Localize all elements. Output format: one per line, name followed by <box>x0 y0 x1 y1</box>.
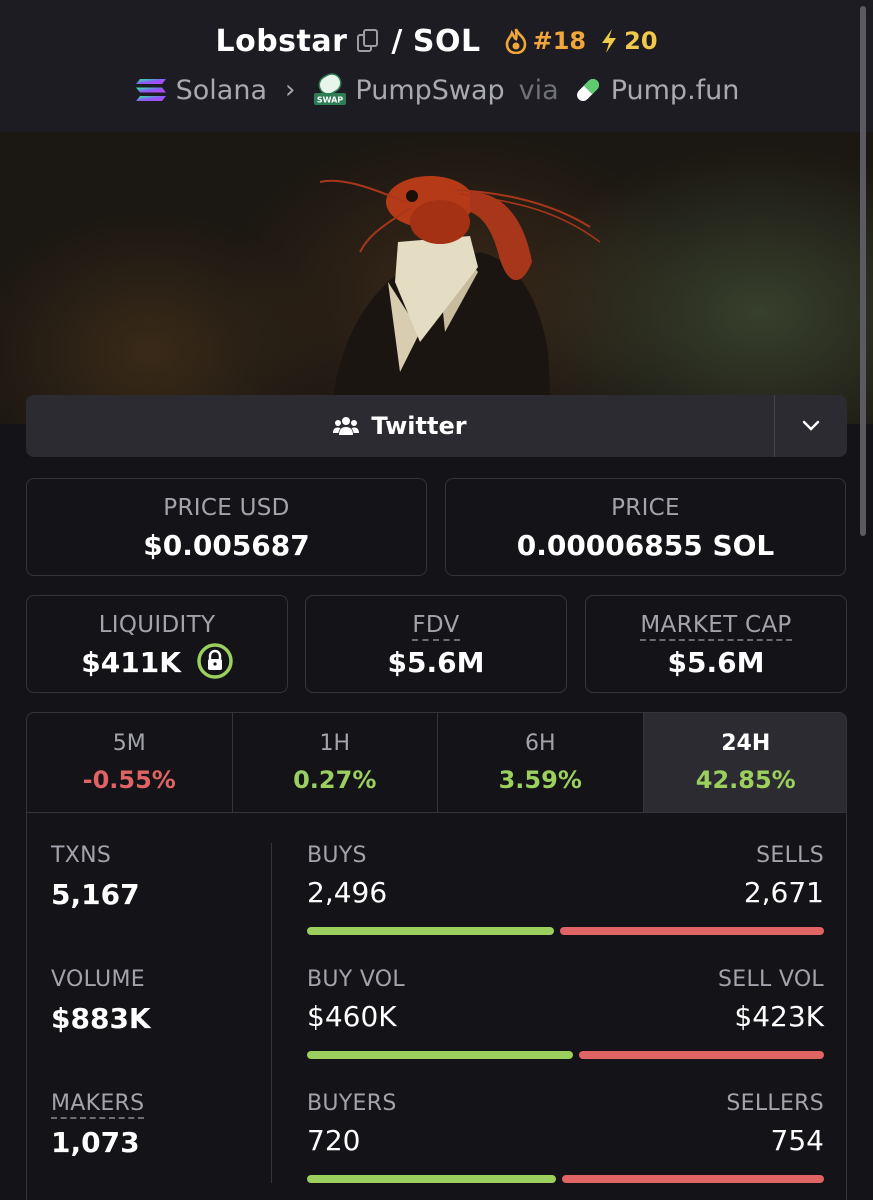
tab-change: 3.59% <box>498 766 582 794</box>
buyers-sellers-ratio: BUYERS SELLERS 720 754 <box>307 1091 824 1200</box>
trending-rank[interactable]: #18 20 <box>505 27 658 55</box>
pair-header: Lobstar / SOL #18 20 Solana › SWAP PumpS… <box>0 0 873 132</box>
tab-change: -0.55% <box>82 766 176 794</box>
fire-icon <box>505 28 526 54</box>
buys-sells-bar <box>307 927 824 935</box>
twitter-label: Twitter <box>371 412 467 440</box>
column-divider <box>271 843 272 1183</box>
title-row: Lobstar / SOL #18 20 <box>0 20 873 62</box>
tab-change: 42.85% <box>695 766 796 794</box>
liquidity-label: LIQUIDITY <box>98 612 216 638</box>
pumpfun-pill-icon <box>576 79 599 101</box>
social-links-bar: Twitter <box>26 395 847 457</box>
market-cap-value: $5.6M <box>667 646 765 679</box>
chain-link[interactable]: Solana <box>176 75 267 106</box>
buyers-label: BUYERS <box>307 1091 397 1116</box>
buy-sell-volume-ratio: BUY VOL SELL VOL $460K $423K <box>307 967 824 1077</box>
scrollbar[interactable] <box>860 6 866 536</box>
sells-label: SELLS <box>756 843 824 868</box>
price-native-box: PRICE 0.00006855 SOL <box>445 478 846 576</box>
sell-vol-label: SELL VOL <box>717 967 824 992</box>
rank-value: #18 <box>532 27 587 55</box>
tab-label: 24H <box>721 731 771 756</box>
timeframe-tabs: 5M -0.55% 1H 0.27% 6H 3.59% 24H 42.85% <box>27 713 846 813</box>
boost-count: 20 <box>624 27 658 55</box>
sellers-label: SELLERS <box>726 1091 824 1116</box>
sellers-value: 754 <box>770 1124 824 1157</box>
sell-bar-fill <box>562 1175 824 1183</box>
twitter-button[interactable]: Twitter <box>26 395 774 457</box>
lock-icon[interactable] <box>196 643 233 679</box>
price-usd-label: PRICE USD <box>163 495 290 521</box>
tab-6h[interactable]: 6H 3.59% <box>438 713 644 812</box>
chevron-right-icon: › <box>285 75 296 105</box>
price-native-value: 0.00006855 SOL <box>516 529 775 562</box>
quote-token: SOL <box>412 23 481 59</box>
svg-text:SWAP: SWAP <box>317 96 343 105</box>
stats-panel: 5M -0.55% 1H 0.27% 6H 3.59% 24H 42.85% T… <box>26 712 847 1200</box>
dex-link[interactable]: PumpSwap <box>355 75 504 106</box>
price-native-label: PRICE <box>611 495 680 521</box>
users-icon <box>333 417 360 435</box>
tab-1h[interactable]: 1H 0.27% <box>233 713 438 812</box>
launchpad-link[interactable]: Pump.fun <box>611 75 740 106</box>
breadcrumb: Solana › SWAP PumpSwap via Pump.fun <box>0 70 873 110</box>
txns-label: TXNS <box>51 843 112 868</box>
tab-label: 1H <box>319 731 351 756</box>
totals-column: TXNS 5,167 VOLUME $883K MAKERS 1,073 <box>51 843 271 1159</box>
token-name: Lobstar <box>215 23 348 59</box>
chevron-down-icon <box>802 420 820 431</box>
more-links-button[interactable] <box>774 395 847 457</box>
via-label: via <box>518 74 559 106</box>
liquidity-box: LIQUIDITY $411K <box>26 595 288 693</box>
tab-24h[interactable]: 24H 42.85% <box>643 713 846 812</box>
buy-sell-volume-bar <box>307 1051 824 1059</box>
tab-label: 6H <box>524 731 556 756</box>
buys-label: BUYS <box>307 843 367 868</box>
buyers-value: 720 <box>307 1124 361 1157</box>
sells-value: 2,671 <box>743 876 824 909</box>
tab-change: 0.27% <box>293 766 377 794</box>
makers-value: 1,073 <box>51 1126 140 1159</box>
buys-value: 2,496 <box>307 876 388 909</box>
solana-icon <box>135 79 166 101</box>
volume-label: VOLUME <box>51 967 145 992</box>
copy-icon[interactable] <box>357 29 379 53</box>
buy-vol-value: $460K <box>307 1000 397 1033</box>
token-banner-image <box>0 132 873 424</box>
volume-value: $883K <box>51 1002 151 1035</box>
bolt-icon <box>602 29 617 53</box>
tab-label: 5M <box>112 731 146 756</box>
buy-bar-fill <box>307 1175 556 1183</box>
fdv-value: $5.6M <box>387 646 485 679</box>
liquidity-value-row: $411K <box>27 643 287 682</box>
market-cap-label[interactable]: MARKET CAP <box>640 612 792 641</box>
txns-value: 5,167 <box>51 878 140 911</box>
fdv-label[interactable]: FDV <box>412 612 460 641</box>
fdv-box: FDV $5.6M <box>305 595 567 693</box>
makers-label[interactable]: MAKERS <box>51 1091 145 1119</box>
market-cap-box: MARKET CAP $5.6M <box>585 595 847 693</box>
buys-sells-ratio: BUYS SELLS 2,496 2,671 <box>307 843 824 953</box>
sell-bar-fill <box>560 927 824 935</box>
buy-vol-label: BUY VOL <box>307 967 405 992</box>
pumpswap-icon: SWAP <box>314 73 347 105</box>
tab-5m[interactable]: 5M -0.55% <box>27 713 233 812</box>
buyers-sellers-bar <box>307 1175 824 1183</box>
sell-bar-fill <box>579 1051 824 1059</box>
liquidity-value: $411K <box>81 646 181 679</box>
buy-bar-fill <box>307 1051 573 1059</box>
sell-vol-value: $423K <box>734 1000 824 1033</box>
price-usd-box: PRICE USD $0.005687 <box>26 478 427 576</box>
buy-bar-fill <box>307 927 554 935</box>
price-usd-value: $0.005687 <box>143 529 310 562</box>
pair-separator: / <box>391 23 403 59</box>
